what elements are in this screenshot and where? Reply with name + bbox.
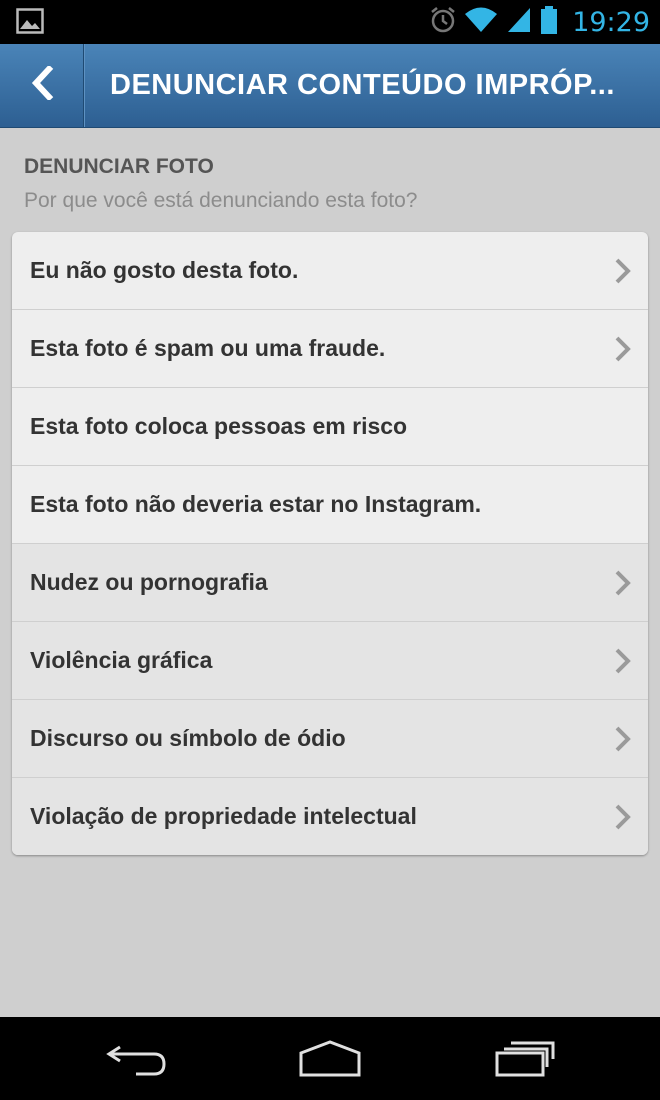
list-item[interactable]: Esta foto é spam ou uma fraude. (12, 309, 648, 387)
chevron-right-icon (614, 803, 632, 836)
chevron-right-icon (614, 647, 632, 680)
list-item[interactable]: Nudez ou pornografia (12, 543, 648, 621)
chevron-left-icon (30, 64, 54, 105)
list-item[interactable]: Esta foto coloca pessoas em risco (12, 387, 648, 465)
list-item[interactable]: Discurso ou símbolo de ódio (12, 699, 648, 777)
chevron-right-icon (614, 257, 632, 290)
chevron-right-icon (614, 335, 632, 368)
battery-icon (540, 5, 558, 40)
list-item-label: Violação de propriedade intelectual (30, 803, 417, 829)
list-item[interactable]: Violação de propriedade intelectual (12, 777, 648, 855)
recent-apps-icon[interactable] (494, 1039, 556, 1084)
back-icon[interactable] (106, 1039, 168, 1084)
list-item[interactable]: Esta foto não deveria estar no Instagram… (12, 465, 648, 543)
list-item-label: Discurso ou símbolo de ódio (30, 725, 346, 751)
image-notification-icon (16, 8, 44, 39)
alarm-icon (430, 6, 456, 39)
report-reasons-list: Eu não gosto desta foto. Esta foto é spa… (12, 232, 648, 855)
list-item-label: Esta foto não deveria estar no Instagram… (30, 491, 482, 517)
chevron-right-icon (614, 569, 632, 602)
wifi-icon (464, 6, 498, 39)
chevron-right-icon (614, 725, 632, 758)
section-subtitle: Por que você está denunciando esta foto? (24, 189, 418, 212)
back-button[interactable] (0, 44, 84, 127)
action-bar: DENUNCIAR CONTEÚDO IMPRÓP... (0, 44, 660, 128)
navigation-bar (0, 1017, 660, 1100)
list-item-label: Esta foto é spam ou uma fraude. (30, 335, 386, 361)
clock-time: 19:29 (572, 6, 650, 38)
section-title: DENUNCIAR FOTO (24, 155, 214, 178)
home-icon[interactable] (298, 1039, 362, 1084)
list-item-label: Nudez ou pornografia (30, 569, 268, 595)
status-bar: 19:29 (0, 0, 660, 44)
list-item[interactable]: Eu não gosto desta foto. (12, 232, 648, 309)
signal-icon (506, 6, 532, 39)
list-item[interactable]: Violência gráfica (12, 621, 648, 699)
list-item-label: Esta foto coloca pessoas em risco (30, 413, 408, 439)
list-item-label: Violência gráfica (30, 647, 213, 673)
list-item-label: Eu não gosto desta foto. (30, 257, 299, 283)
page-title: DENUNCIAR CONTEÚDO IMPRÓP... (110, 69, 615, 101)
